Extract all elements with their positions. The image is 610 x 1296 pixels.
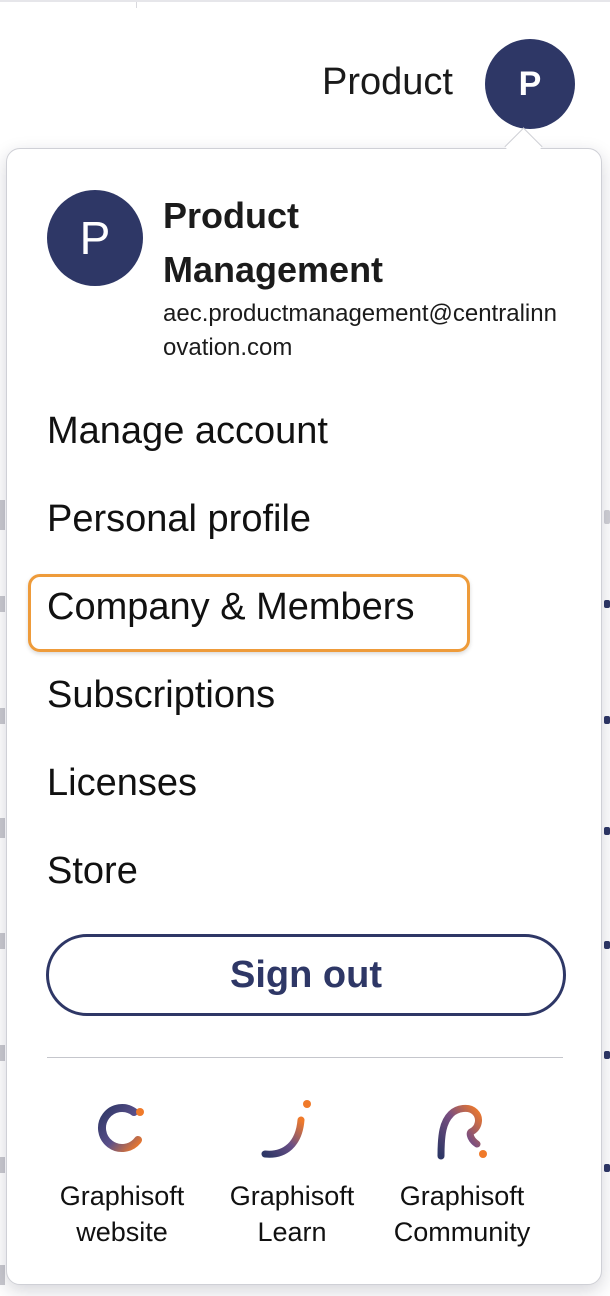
profile-name: Product Management — [163, 195, 384, 290]
account-dropdown: P Product Management aec.productmanageme… — [6, 148, 602, 1285]
background-page-mark — [604, 827, 610, 835]
menu-item-licenses[interactable]: Licenses — [47, 739, 567, 827]
menu-item-store[interactable]: Store — [47, 827, 567, 915]
background-page-edge — [0, 1045, 5, 1061]
link-graphisoft-community-label: Graphisoft Community — [393, 1181, 531, 1247]
background-page-edge — [0, 1157, 5, 1173]
background-page-mark — [604, 510, 610, 524]
link-graphisoft-community[interactable]: Graphisoft Community — [377, 1094, 547, 1250]
menu-divider — [47, 1057, 563, 1058]
background-page-mark — [604, 1164, 610, 1172]
top-bar: Product P — [0, 0, 610, 142]
user-avatar-button[interactable]: P — [485, 39, 575, 129]
background-page-edge — [0, 500, 5, 530]
graphisoft-community-icon — [437, 1104, 487, 1160]
sign-out-button[interactable]: Sign out — [46, 934, 566, 1016]
account-menu: Manage account Personal profile Company … — [28, 387, 567, 915]
link-graphisoft-learn[interactable]: Graphisoft Learn — [207, 1094, 377, 1250]
user-display-name[interactable]: Product — [322, 60, 453, 104]
menu-item-personal-profile[interactable]: Personal profile — [47, 475, 567, 563]
link-graphisoft-website-label: Graphisoft website — [59, 1181, 185, 1247]
menu-item-company-members[interactable]: Company & Members — [28, 563, 567, 652]
graphisoft-learn-icon — [261, 1100, 311, 1158]
background-page-edge — [0, 1265, 5, 1285]
menu-item-manage-account[interactable]: Manage account — [47, 387, 567, 475]
graphisoft-links: Graphisoft website Graphisoft Learn Grap… — [27, 1094, 577, 1247]
menu-item-subscriptions[interactable]: Subscriptions — [47, 651, 567, 739]
background-page-mark — [604, 1051, 610, 1059]
background-page-edge — [0, 596, 5, 612]
background-page-mark — [604, 716, 610, 724]
link-graphisoft-learn-label: Graphisoft Learn — [229, 1181, 355, 1247]
background-page-mark — [604, 941, 610, 949]
background-page-edge — [0, 933, 5, 949]
background-page-edge — [0, 818, 5, 838]
background-page-edge — [0, 708, 5, 724]
profile-avatar: P — [47, 190, 143, 286]
graphisoft-website-icon — [98, 1104, 144, 1152]
background-page-mark — [604, 600, 610, 608]
top-divider — [136, 2, 137, 8]
link-graphisoft-website[interactable]: Graphisoft website — [37, 1094, 207, 1250]
profile-email: aec.productmanagement@centralinnovation.… — [163, 300, 557, 361]
